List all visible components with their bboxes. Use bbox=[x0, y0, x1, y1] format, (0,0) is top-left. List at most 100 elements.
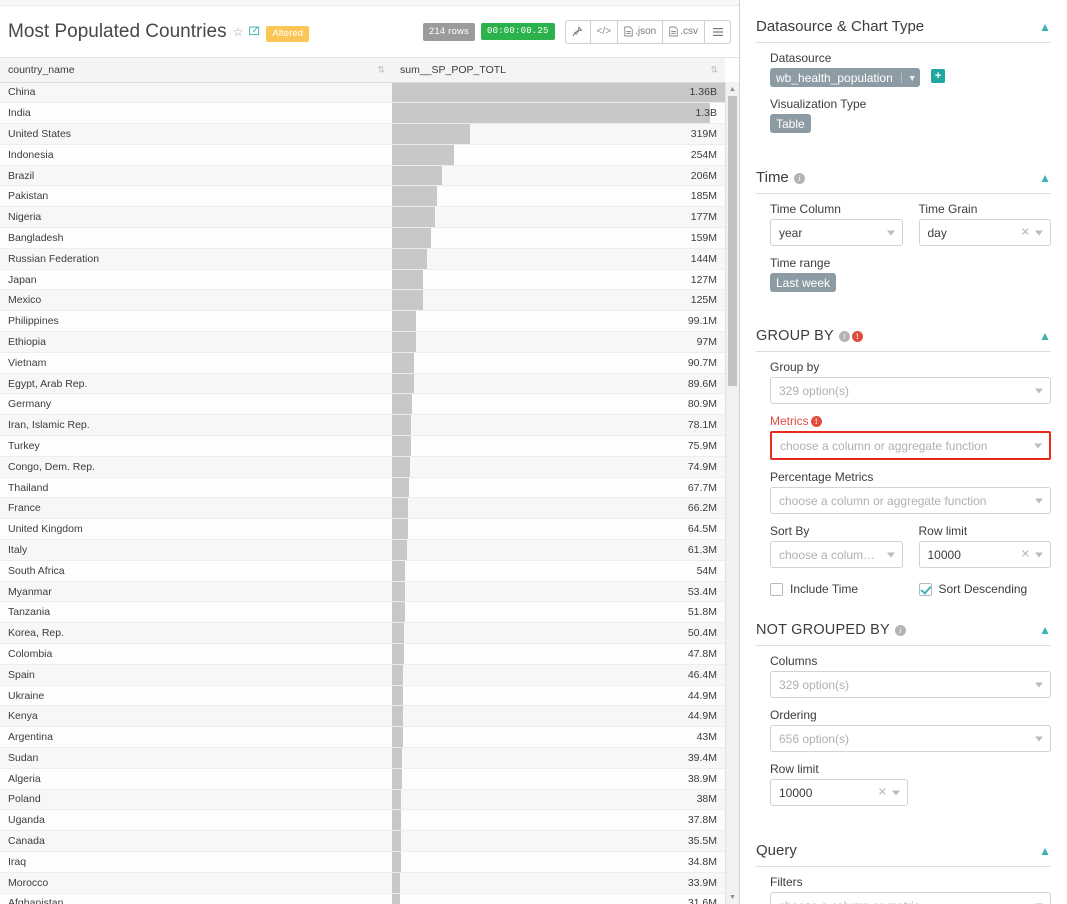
value-bar bbox=[392, 810, 401, 830]
cell-country-name: Argentina bbox=[0, 727, 392, 748]
time-column-select[interactable]: year bbox=[770, 219, 903, 246]
table-row: Congo, Dem. Rep.74.9M bbox=[0, 456, 725, 477]
cell-population-value: 38.9M bbox=[392, 768, 725, 789]
cell-country-name: Indonesia bbox=[0, 144, 392, 165]
warning-icon[interactable]: ! bbox=[852, 331, 863, 342]
row-limit-value: 10000 bbox=[928, 548, 961, 562]
value-bar bbox=[392, 207, 435, 227]
chevron-down-icon bbox=[1035, 552, 1043, 557]
cell-population-value: 78.1M bbox=[392, 415, 725, 436]
cell-population-value: 50.4M bbox=[392, 623, 725, 644]
chevron-up-icon[interactable]: ▲ bbox=[1039, 172, 1051, 184]
datasource-select[interactable]: wb_health_population ▼ bbox=[770, 68, 920, 87]
cell-country-name: Spain bbox=[0, 664, 392, 685]
cell-country-name: Bangladesh bbox=[0, 228, 392, 249]
sort-descending-checkbox[interactable]: Sort Descending bbox=[919, 582, 1052, 596]
section-header-datasource[interactable]: Datasource & Chart Type ▲ bbox=[756, 0, 1051, 43]
cell-population-value: 61.3M bbox=[392, 540, 725, 561]
percentage-metrics-select[interactable]: choose a column or aggregate function bbox=[770, 487, 1051, 514]
info-icon[interactable]: i bbox=[895, 625, 906, 636]
cell-population-value: 206M bbox=[392, 165, 725, 186]
row-limit-select[interactable]: 10000 ✕ bbox=[919, 541, 1052, 568]
table-row: Nigeria177M bbox=[0, 207, 725, 228]
ordering-select[interactable]: 656 option(s) bbox=[770, 725, 1051, 752]
include-time-checkbox[interactable]: Include Time bbox=[770, 582, 903, 596]
cell-population-value: 53.4M bbox=[392, 581, 725, 602]
section-header-query[interactable]: Query ▲ bbox=[756, 824, 1051, 867]
table-row: Algeria38.9M bbox=[0, 768, 725, 789]
table-scrollbar[interactable]: ▲ ▼ bbox=[725, 82, 739, 904]
value-bar bbox=[392, 124, 470, 144]
add-datasource-button[interactable]: + bbox=[931, 69, 945, 83]
export-json-button[interactable]: .json bbox=[618, 20, 663, 44]
clear-icon[interactable]: ✕ bbox=[1021, 549, 1030, 560]
value-label: 43M bbox=[697, 731, 717, 743]
sort-by-select[interactable]: choose a column or ... bbox=[770, 541, 903, 568]
cell-population-value: 89.6M bbox=[392, 373, 725, 394]
value-bar bbox=[392, 353, 414, 373]
section-header-not-grouped-by[interactable]: NOT GROUPED BYi ▲ bbox=[756, 604, 1051, 646]
value-bar bbox=[392, 706, 403, 726]
filters-placeholder: choose a column or metric bbox=[779, 899, 920, 904]
pin-button[interactable] bbox=[565, 20, 591, 44]
view-query-button[interactable]: </> bbox=[591, 20, 618, 44]
table-row: Italy61.3M bbox=[0, 540, 725, 561]
field-datasource: Datasource wb_health_population ▼ + bbox=[770, 51, 1051, 87]
cell-population-value: 254M bbox=[392, 144, 725, 165]
sort-icon: ⇅ bbox=[377, 65, 385, 74]
results-table-container[interactable]: country_name ⇅ sum__SP_POP_TOTL ⇅ China 1… bbox=[0, 57, 739, 904]
value-label: 37.8M bbox=[688, 814, 717, 826]
cell-country-name: China bbox=[0, 82, 392, 103]
chevron-up-icon[interactable]: ▲ bbox=[1039, 845, 1051, 857]
warning-icon[interactable]: ! bbox=[811, 416, 822, 427]
column-header-value-label: sum__SP_POP_TOTL bbox=[400, 64, 506, 76]
time-grain-select[interactable]: day ✕ bbox=[919, 219, 1052, 246]
column-header-value[interactable]: sum__SP_POP_TOTL ⇅ bbox=[392, 58, 725, 82]
scroll-up-icon[interactable]: ▲ bbox=[726, 82, 739, 96]
section-header-time[interactable]: Timei ▲ bbox=[756, 151, 1051, 194]
value-label: 159M bbox=[691, 232, 717, 244]
table-row: Iran, Islamic Rep.78.1M bbox=[0, 415, 725, 436]
value-label: 80.9M bbox=[688, 398, 717, 410]
columns-label: Columns bbox=[770, 654, 1051, 668]
clear-icon[interactable]: ✕ bbox=[1021, 227, 1030, 238]
section-header-group-by[interactable]: GROUP BYi! ▲ bbox=[756, 310, 1051, 352]
info-icon[interactable]: i bbox=[794, 173, 805, 184]
value-bar bbox=[392, 873, 400, 893]
field-row-limit-grouped: Row limit 10000 ✕ bbox=[919, 524, 1052, 568]
value-label: 46.4M bbox=[688, 669, 717, 681]
value-bar bbox=[392, 623, 404, 643]
chevron-up-icon[interactable]: ▲ bbox=[1039, 330, 1051, 342]
value-bar bbox=[392, 498, 408, 518]
filters-select[interactable]: choose a column or metric bbox=[770, 892, 1051, 904]
viz-type-value[interactable]: Table bbox=[770, 114, 811, 133]
scroll-down-icon[interactable]: ▼ bbox=[726, 890, 739, 904]
columns-select[interactable]: 329 option(s) bbox=[770, 671, 1051, 698]
group-by-select[interactable]: 329 option(s) bbox=[770, 377, 1051, 404]
checkbox-box bbox=[919, 583, 932, 596]
filters-label: Filters bbox=[770, 875, 1051, 889]
columns-placeholder: 329 option(s) bbox=[779, 678, 849, 692]
scrollbar-thumb[interactable] bbox=[728, 96, 737, 386]
table-row: Kenya44.9M bbox=[0, 706, 725, 727]
clear-icon[interactable]: ✕ bbox=[878, 787, 887, 798]
time-range-value[interactable]: Last week bbox=[770, 273, 836, 292]
table-row: Uganda37.8M bbox=[0, 810, 725, 831]
chevron-up-icon[interactable]: ▲ bbox=[1039, 21, 1051, 33]
cell-population-value: 35.5M bbox=[392, 831, 725, 852]
chevron-down-icon bbox=[892, 790, 900, 795]
star-icon[interactable]: ☆ bbox=[233, 26, 244, 38]
export-csv-button[interactable]: .csv bbox=[663, 20, 705, 44]
info-icon[interactable]: i bbox=[839, 331, 850, 342]
value-label: 185M bbox=[691, 190, 717, 202]
more-menu-button[interactable] bbox=[705, 20, 731, 44]
chevron-up-icon[interactable]: ▲ bbox=[1039, 624, 1051, 636]
edit-icon[interactable] bbox=[249, 25, 260, 38]
checkbox-box bbox=[770, 583, 783, 596]
cell-country-name: Tanzania bbox=[0, 602, 392, 623]
cell-population-value: 75.9M bbox=[392, 436, 725, 457]
column-header-country[interactable]: country_name ⇅ bbox=[0, 58, 392, 82]
metrics-select[interactable]: choose a column or aggregate function bbox=[770, 431, 1051, 460]
row-limit-select[interactable]: 10000 ✕ bbox=[770, 779, 908, 806]
value-bar bbox=[392, 145, 454, 165]
